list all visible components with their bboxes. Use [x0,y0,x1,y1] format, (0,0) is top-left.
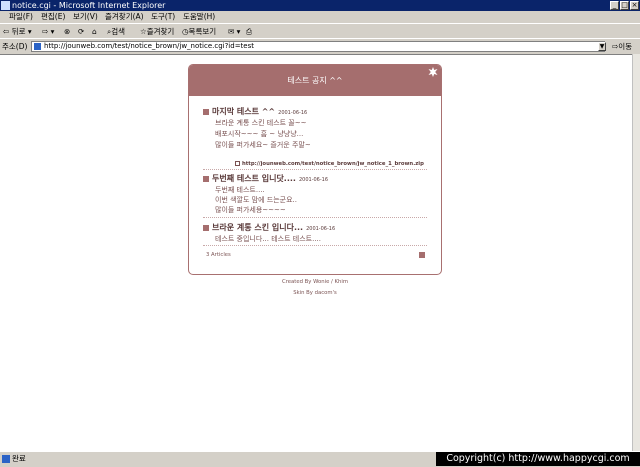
menu-tools[interactable]: 도구(T) [151,11,175,23]
window-titlebar: notice.cgi - Microsoft Internet Explorer… [0,0,640,11]
board-title: 테스트 공지 ^^ [189,65,441,96]
home-icon[interactable]: ⌂ [92,24,97,39]
entry-title[interactable]: 브라운 계통 스킨 입니다... 2001-06-16 [212,222,335,233]
maximize-button[interactable]: □ [620,1,629,10]
window-title: notice.cgi - Microsoft Internet Explorer [12,1,166,10]
divider [203,169,427,170]
credit-created: Created By Wonie / Khim [282,279,348,285]
entry-line: 브라운 계통 스킨 테스트 꼴~~ [215,119,307,127]
refresh-icon[interactable]: ⟳ [78,24,84,39]
entry-title[interactable]: 마지막 테스트 ^^ 2001-06-16 [212,106,307,117]
entry-date: 2001-06-16 [306,226,336,232]
address-bar: 주소(D) http://jounweb.com/test/notice_bro… [0,38,640,54]
bullet-icon [203,225,209,231]
print-icon[interactable]: ⎙ [246,24,252,39]
article-count: 3 Articles [206,252,231,258]
vertical-scrollbar[interactable] [632,54,640,451]
menu-file[interactable]: 파일(F) [9,11,33,23]
copyright-banner: Copyright(c) http://www.happycgi.com [436,452,640,466]
menu-edit[interactable]: 편집(E) [41,11,65,23]
entry-line: 이번 색깔도 맘에 드는군요.. [215,196,297,204]
forward-button[interactable]: ⇨ ▾ [42,24,54,39]
page-nav-icon[interactable] [419,252,425,258]
minimize-button[interactable]: _ [610,1,619,10]
history-button[interactable]: ◷목록보기 [182,24,216,39]
entry-line: 배포시작~~~ 흠 ~ 냥냥냥... [215,130,304,138]
done-icon [2,455,10,463]
entry-line: 많이들 퍼가세용~~~~ [215,206,286,214]
entry-line: 많이들 퍼가세요~ 즐거운 주말~ [215,141,311,149]
notice-board: 테스트 공지 ^^ 마지막 테스트 ^^ 2001-06-16 브라운 계통 스킨… [188,64,442,275]
entry-line: 테스트 중입니다... 테스트 테스트.... [215,235,321,243]
back-button[interactable]: ⇦ 뒤로 ▾ [3,24,32,39]
menu-view[interactable]: 보기(V) [73,11,98,23]
favorites-button[interactable]: ☆즐겨찾기 [140,24,174,39]
download-link[interactable]: http://jounweb.com/test/notice_brown/jw_… [235,161,424,167]
entry-date: 2001-06-16 [278,110,308,116]
address-dropdown-icon[interactable]: ▼ [598,42,606,51]
bullet-icon [203,109,209,115]
entry-line: 두번째 테스트.... [215,186,265,194]
file-icon [235,161,240,166]
ie-icon [1,1,10,10]
menu-bar: 파일(F) 편집(E) 보기(V) 즐겨찾기(A) 도구(T) 도움말(H) [0,11,640,23]
address-input[interactable]: http://jounweb.com/test/notice_brown/jw_… [31,41,605,52]
stop-icon[interactable]: ⊗ [64,24,70,39]
close-button[interactable]: × [630,1,639,10]
page-icon [34,43,41,50]
divider [203,245,427,246]
menu-help[interactable]: 도움말(H) [183,11,215,23]
status-text: 완료 [12,454,26,463]
search-button[interactable]: ⌕검색 [107,24,125,39]
address-url: http://jounweb.com/test/notice_brown/jw_… [44,42,254,50]
menu-favorites[interactable]: 즐겨찾기(A) [105,11,144,23]
mail-icon[interactable]: ✉ ▾ [228,24,240,39]
entry-title[interactable]: 두번째 테스트 입니닷.... 2001-06-16 [212,173,328,184]
divider [203,217,427,218]
credit-skin: Skin By dacom's [293,290,337,296]
address-label: 주소(D) [2,42,28,51]
entry-date: 2001-06-16 [298,177,329,183]
toolbar: ⇦ 뒤로 ▾ ⇨ ▾ ⊗ ⟳ ⌂ ⌕검색 ☆즐겨찾기 ◷목록보기 ✉ ▾ ⎙ [0,23,640,39]
go-button[interactable]: ⇨이동 [612,39,632,54]
bullet-icon [203,176,209,182]
